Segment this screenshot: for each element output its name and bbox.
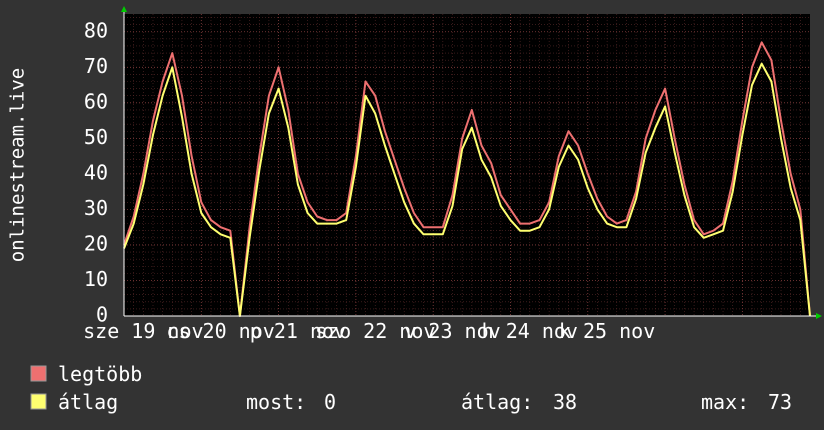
chart: 0 10 20 30 40 50 60 70 80 sze 19 novcs 20 novp 2… (7, 6, 822, 414)
y-tick-label: 20 (84, 231, 108, 255)
stat-max-label: max: (701, 390, 749, 414)
legend-swatch-avg (30, 393, 47, 410)
y-tick-label: 10 (84, 267, 108, 291)
y-tick-label: 70 (84, 54, 108, 78)
legend-label-max: legtöbb (58, 362, 142, 386)
stat-avg-label: átlag: (461, 390, 533, 414)
y-tick-label: 60 (84, 89, 108, 113)
stats: most: 0 átlag: 38 max: 73 (246, 390, 792, 414)
y-tick-label: 80 (84, 18, 108, 42)
y-axis-label: onlinestream.live (7, 68, 29, 262)
x-tick-labels: sze 19 novcs 20 novp 21 novszo 22 novv 2… (83, 319, 655, 343)
legend-swatch-max (30, 365, 47, 382)
stat-now-label: most: (246, 390, 306, 414)
stat-max-value: 73 (768, 390, 792, 414)
y-tick-label: 30 (84, 196, 108, 220)
legend-label-avg: átlag (58, 390, 118, 414)
y-tick-label: 50 (84, 125, 108, 149)
stat-avg-value: 38 (553, 390, 577, 414)
plot-area (124, 14, 810, 316)
y-axis-arrow (121, 6, 127, 12)
x-tick-label: k 25 nov (559, 319, 655, 343)
stat-now-value: 0 (324, 390, 336, 414)
y-tick-label: 40 (84, 160, 108, 184)
x-axis-arrow (816, 313, 822, 319)
legend: legtöbb átlag (30, 362, 142, 414)
y-tick-labels: 01020304050607080 (84, 18, 108, 326)
